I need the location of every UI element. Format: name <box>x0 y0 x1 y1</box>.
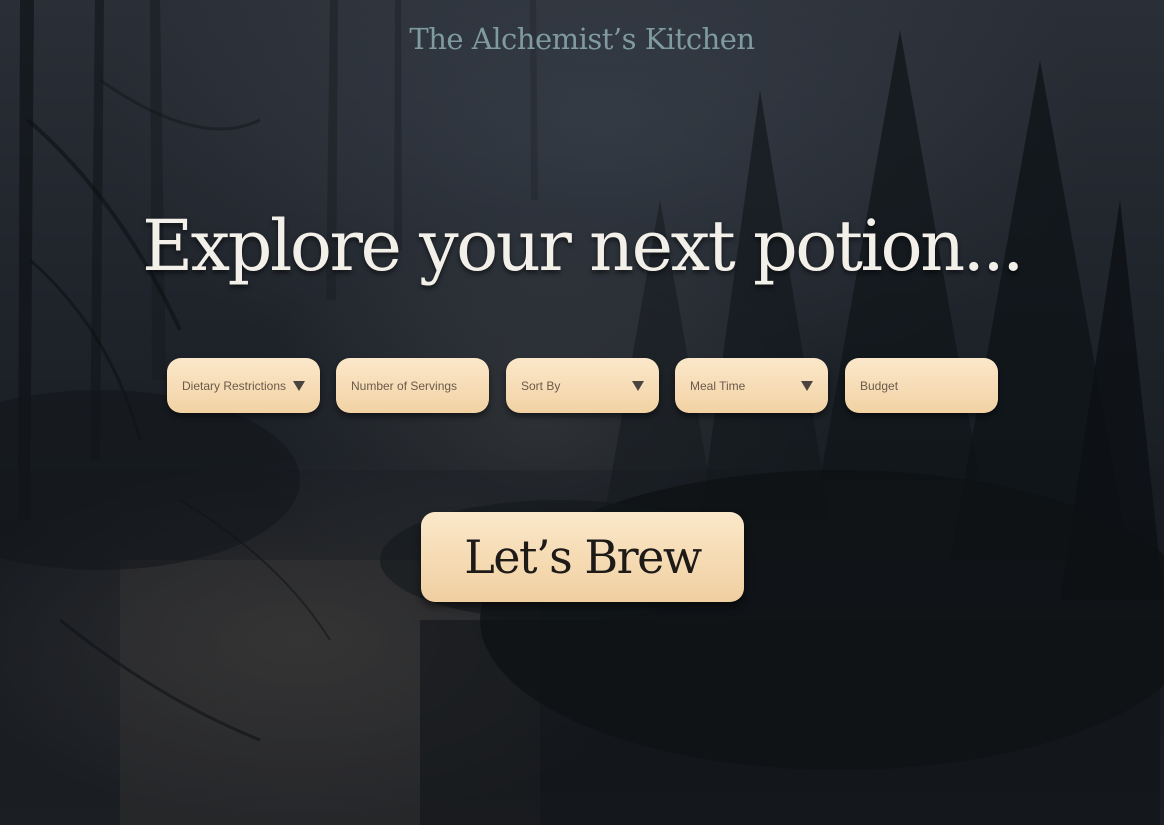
number-of-servings-input[interactable]: Number of Servings <box>336 358 489 413</box>
caret-down-icon <box>293 380 305 391</box>
meal-time-label: Meal Time <box>690 378 746 393</box>
budget-input[interactable]: Budget <box>845 358 998 413</box>
brand-title: The Alchemist’s Kitchen <box>409 22 755 56</box>
number-of-servings-placeholder: Number of Servings <box>351 378 458 393</box>
filter-bar: Dietary Restrictions Number of Servings … <box>167 358 999 413</box>
budget-placeholder: Budget <box>860 378 899 393</box>
dietary-restrictions-label: Dietary Restrictions <box>182 378 287 393</box>
hero-headline: Explore your next potion... <box>142 205 1024 287</box>
lets-brew-label: Let’s Brew <box>464 530 702 584</box>
dietary-restrictions-dropdown[interactable]: Dietary Restrictions <box>167 358 320 413</box>
sort-by-dropdown[interactable]: Sort By <box>506 358 659 413</box>
sort-by-label: Sort By <box>521 378 561 393</box>
caret-down-icon <box>801 380 813 391</box>
app-page: The Alchemist’s Kitchen Explore your nex… <box>0 0 1164 825</box>
lets-brew-button[interactable]: Let’s Brew <box>421 512 744 602</box>
meal-time-dropdown[interactable]: Meal Time <box>675 358 828 413</box>
caret-down-icon <box>632 380 644 391</box>
